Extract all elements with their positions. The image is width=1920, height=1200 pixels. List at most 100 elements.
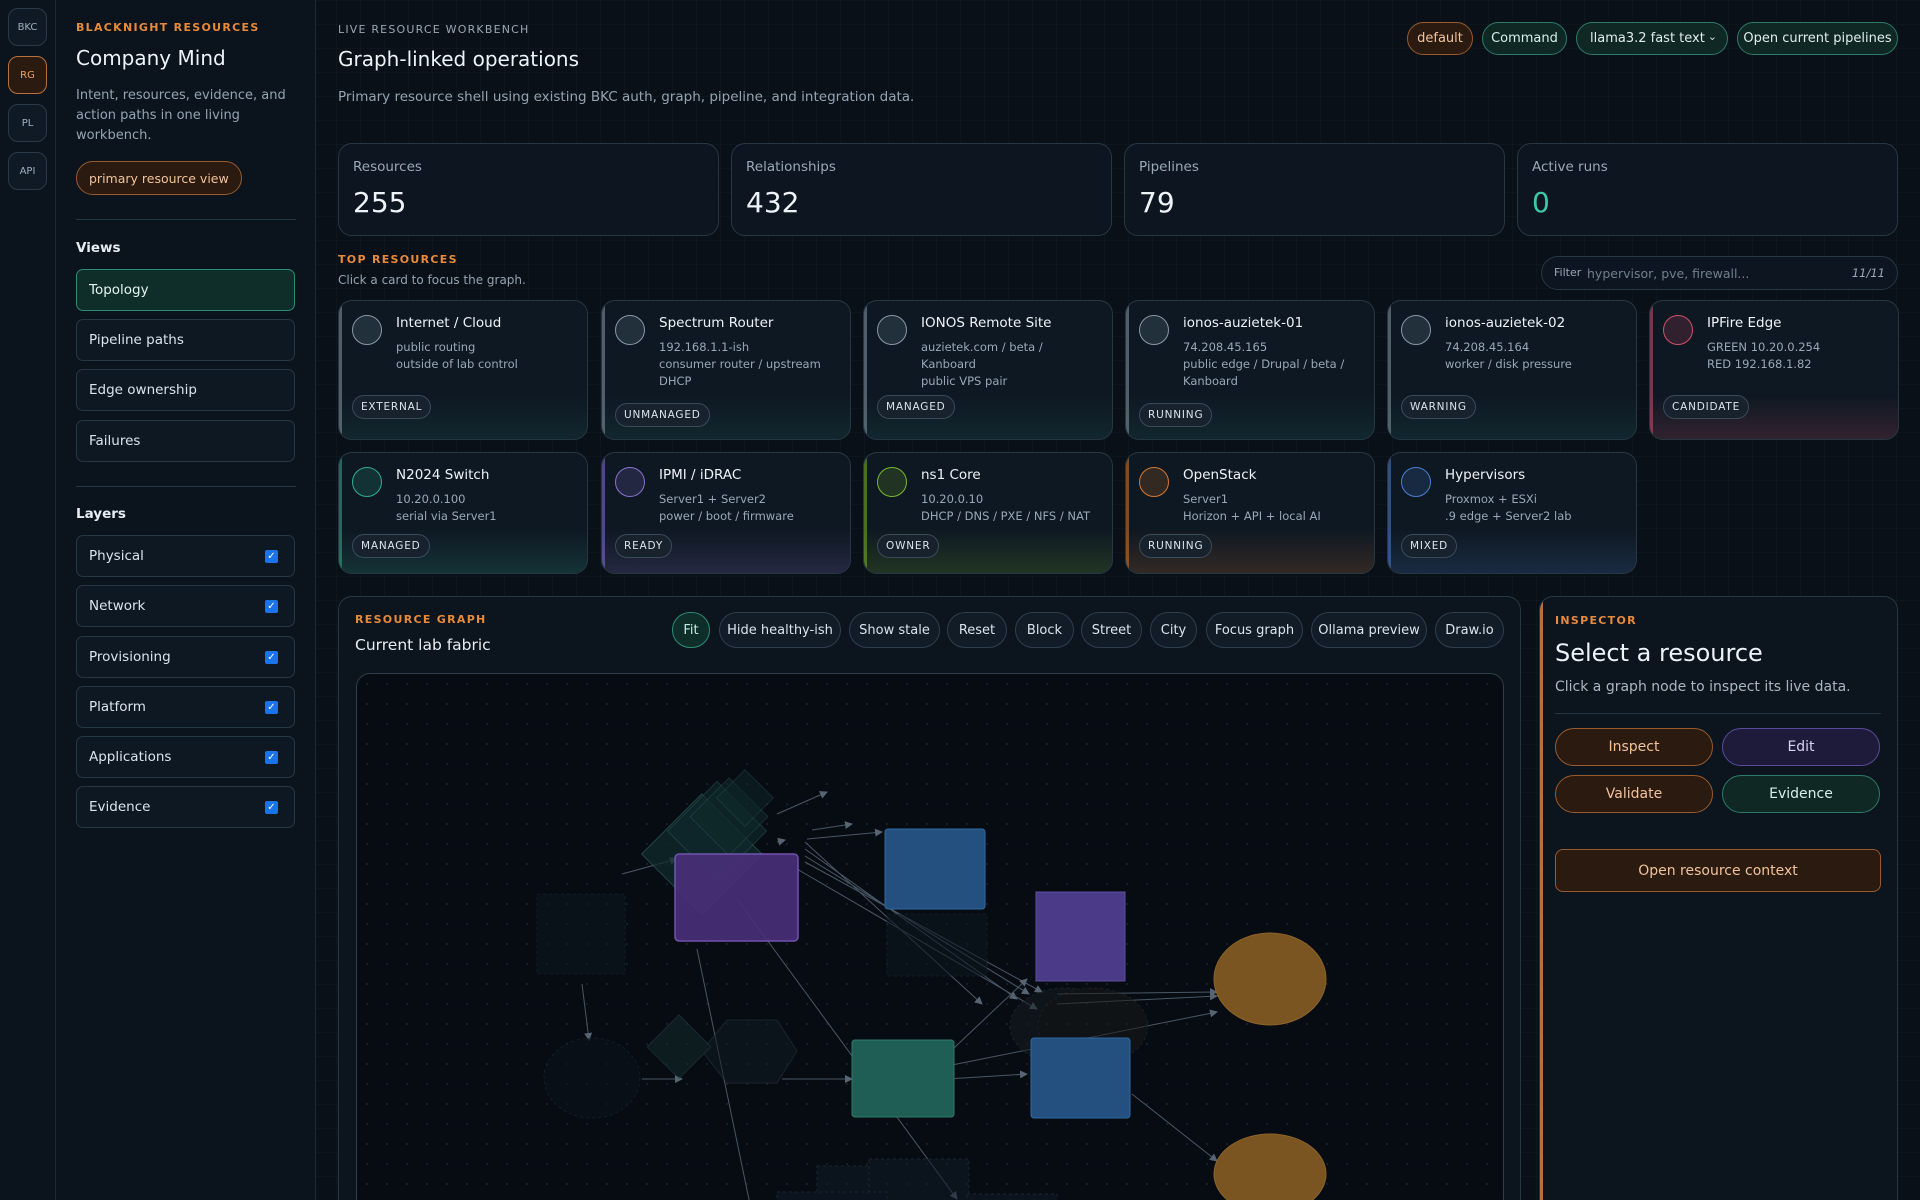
graph-focus-button[interactable]: Focus graph bbox=[1206, 612, 1303, 648]
resource-card-meta: 10.20.0.10 DHCP / DNS / PXE / NFS / NAT bbox=[921, 491, 1101, 525]
resource-card[interactable]: Hypervisors Proxmox + ESXi .9 edge + Serve… bbox=[1387, 452, 1637, 574]
stat-card-pipelines: Pipelines 79 bbox=[1124, 143, 1505, 236]
resource-card-meta-line: Server1 bbox=[1183, 492, 1229, 506]
resource-card-meta: 74.208.45.165 public edge / Drupal / beta… bbox=[1183, 339, 1363, 390]
layer-item-physical[interactable]: Physical ✓ bbox=[76, 535, 295, 577]
layer-label: Physical bbox=[89, 548, 144, 564]
resource-card-meta-line: consumer router / upstream DHCP bbox=[659, 357, 821, 388]
graph-block-button[interactable]: Block bbox=[1015, 612, 1074, 648]
model-select-value: llama3.2 fast text bbox=[1590, 31, 1705, 46]
resource-card[interactable]: Internet / Cloud public routing outside of… bbox=[338, 300, 588, 440]
status-badge: MANAGED bbox=[877, 395, 955, 419]
resource-card-meta: 74.208.45.164 worker / disk pressure bbox=[1445, 339, 1625, 373]
stat-card-resources: Resources 255 bbox=[338, 143, 719, 236]
graph-city-button[interactable]: City bbox=[1150, 612, 1197, 648]
layer-item-applications[interactable]: Applications ✓ bbox=[76, 736, 295, 778]
resource-card[interactable]: ionos-auzietek-02 74.208.45.164 worker / d… bbox=[1387, 300, 1637, 440]
inspector-panel: INSPECTOR Select a resource Click a grap… bbox=[1539, 596, 1898, 1200]
primary-resource-view-pill[interactable]: primary resource view bbox=[76, 161, 242, 195]
resource-card-meta-line: public VPS pair bbox=[921, 374, 1008, 388]
resource-status-icon bbox=[877, 467, 907, 497]
graph-node-switch[interactable] bbox=[851, 1039, 955, 1118]
layer-checkbox[interactable]: ✓ bbox=[265, 600, 278, 613]
default-profile-button[interactable]: default bbox=[1407, 22, 1473, 55]
evidence-button[interactable]: Evidence bbox=[1722, 775, 1880, 813]
card-accent-bar bbox=[864, 453, 867, 573]
resource-card-name: Internet / Cloud bbox=[396, 315, 502, 331]
resource-card-meta-line: .9 edge + Server2 lab bbox=[1445, 509, 1572, 523]
resource-card-meta-line: 192.168.1.1-ish bbox=[659, 340, 750, 354]
layer-checkbox[interactable]: ✓ bbox=[265, 651, 278, 664]
sidebar-description: Intent, resources, evidence, and action … bbox=[76, 88, 286, 143]
model-select[interactable]: llama3.2 fast text ⌄ bbox=[1576, 22, 1728, 55]
view-item-edge-ownership[interactable]: Edge ownership bbox=[76, 369, 295, 411]
edit-button[interactable]: Edit bbox=[1722, 728, 1880, 766]
rail-pl-button[interactable]: PL bbox=[8, 104, 47, 142]
graph-reset-button[interactable]: Reset bbox=[947, 612, 1007, 648]
graph-node-openstack[interactable] bbox=[1213, 932, 1327, 1026]
graph-drawio-button[interactable]: Draw.io bbox=[1435, 612, 1504, 648]
resource-card-meta: 10.20.0.100 serial via Server1 bbox=[396, 491, 576, 525]
graph-node-hypervisor[interactable] bbox=[884, 828, 986, 910]
validate-button[interactable]: Validate bbox=[1555, 775, 1713, 813]
resource-status-icon bbox=[352, 467, 382, 497]
resource-card[interactable]: IPMI / iDRAC Server1 + Server2 power / boo… bbox=[601, 452, 851, 574]
resource-card[interactable]: IPFire Edge GREEN 10.20.0.254 RED 192.168.… bbox=[1649, 300, 1899, 440]
layer-item-provisioning[interactable]: Provisioning ✓ bbox=[76, 636, 295, 678]
graph-node-faded bbox=[776, 1191, 888, 1200]
resource-card[interactable]: IONOS Remote Site auzietek.com / beta / K… bbox=[863, 300, 1113, 440]
graph-node-ipmi[interactable] bbox=[1035, 891, 1126, 982]
layer-item-evidence[interactable]: Evidence ✓ bbox=[76, 786, 295, 828]
layer-item-platform[interactable]: Platform ✓ bbox=[76, 686, 295, 728]
resource-card[interactable]: N2024 Switch 10.20.0.100 serial via Server… bbox=[338, 452, 588, 574]
status-badge: WARNING bbox=[1401, 395, 1476, 419]
resource-card[interactable]: ns1 Core 10.20.0.10 DHCP / DNS / PXE / NFS… bbox=[863, 452, 1113, 574]
graph-node-hypervisor[interactable] bbox=[1030, 1037, 1131, 1119]
graph-show-stale-button[interactable]: Show stale bbox=[849, 612, 940, 648]
graph-street-button[interactable]: Street bbox=[1081, 612, 1142, 648]
rail-bkc-button[interactable]: BKC bbox=[8, 8, 47, 46]
graph-node-platform[interactable] bbox=[674, 853, 799, 942]
resource-card[interactable]: OpenStack Server1 Horizon + API + local AI… bbox=[1125, 452, 1375, 574]
card-accent-bar bbox=[1388, 301, 1391, 439]
open-current-pipelines-button[interactable]: Open current pipelines bbox=[1737, 22, 1898, 55]
resource-card[interactable]: Spectrum Router 192.168.1.1-ish consumer r… bbox=[601, 300, 851, 440]
resource-card-meta: auzietek.com / beta / Kanboard public VPS… bbox=[921, 339, 1101, 390]
layer-item-network[interactable]: Network ✓ bbox=[76, 585, 295, 627]
card-accent-bar bbox=[602, 453, 605, 573]
view-item-failures[interactable]: Failures bbox=[76, 420, 295, 462]
graph-canvas[interactable] bbox=[356, 673, 1504, 1200]
view-item-topology[interactable]: Topology bbox=[76, 269, 295, 311]
resource-card-meta: Server1 + Server2 power / boot / firmware bbox=[659, 491, 839, 525]
layer-label: Evidence bbox=[89, 799, 151, 815]
command-button[interactable]: Command bbox=[1482, 22, 1567, 55]
rail-rg-button[interactable]: RG bbox=[8, 56, 47, 94]
status-badge: CANDIDATE bbox=[1663, 395, 1750, 419]
resource-status-icon bbox=[877, 315, 907, 345]
inspect-button[interactable]: Inspect bbox=[1555, 728, 1713, 766]
graph-svg[interactable] bbox=[357, 674, 1504, 1200]
layer-checkbox[interactable]: ✓ bbox=[265, 801, 278, 814]
graph-hide-healthy-button[interactable]: Hide healthy-ish bbox=[719, 612, 841, 648]
resource-status-icon bbox=[615, 315, 645, 345]
layer-checkbox[interactable]: ✓ bbox=[265, 751, 278, 764]
resource-card[interactable]: ionos-auzietek-01 74.208.45.165 public edg… bbox=[1125, 300, 1375, 440]
resource-status-icon bbox=[1663, 315, 1693, 345]
stat-label: Active runs bbox=[1532, 159, 1608, 175]
rail-api-button[interactable]: API bbox=[8, 152, 47, 190]
open-resource-context-button[interactable]: Open resource context bbox=[1555, 849, 1881, 892]
graph-ollama-preview-button[interactable]: Ollama preview bbox=[1311, 612, 1427, 648]
resource-card-meta-line: Proxmox + ESXi bbox=[1445, 492, 1537, 506]
status-badge: UNMANAGED bbox=[615, 403, 710, 427]
resource-card-meta: 192.168.1.1-ish consumer router / upstrea… bbox=[659, 339, 839, 390]
resource-card-meta-line: serial via Server1 bbox=[396, 509, 497, 523]
filter-count: 11/11 bbox=[1851, 266, 1885, 280]
graph-fit-button[interactable]: Fit bbox=[672, 612, 710, 648]
layer-checkbox[interactable]: ✓ bbox=[265, 550, 278, 563]
view-item-pipeline-paths[interactable]: Pipeline paths bbox=[76, 319, 295, 361]
status-badge: READY bbox=[615, 534, 673, 558]
status-badge: MIXED bbox=[1401, 534, 1458, 558]
layer-checkbox[interactable]: ✓ bbox=[265, 701, 278, 714]
resource-card-name: ionos-auzietek-01 bbox=[1183, 315, 1304, 331]
filter-input[interactable]: Filter hypervisor, pve, firewall... 11/1… bbox=[1541, 256, 1898, 290]
